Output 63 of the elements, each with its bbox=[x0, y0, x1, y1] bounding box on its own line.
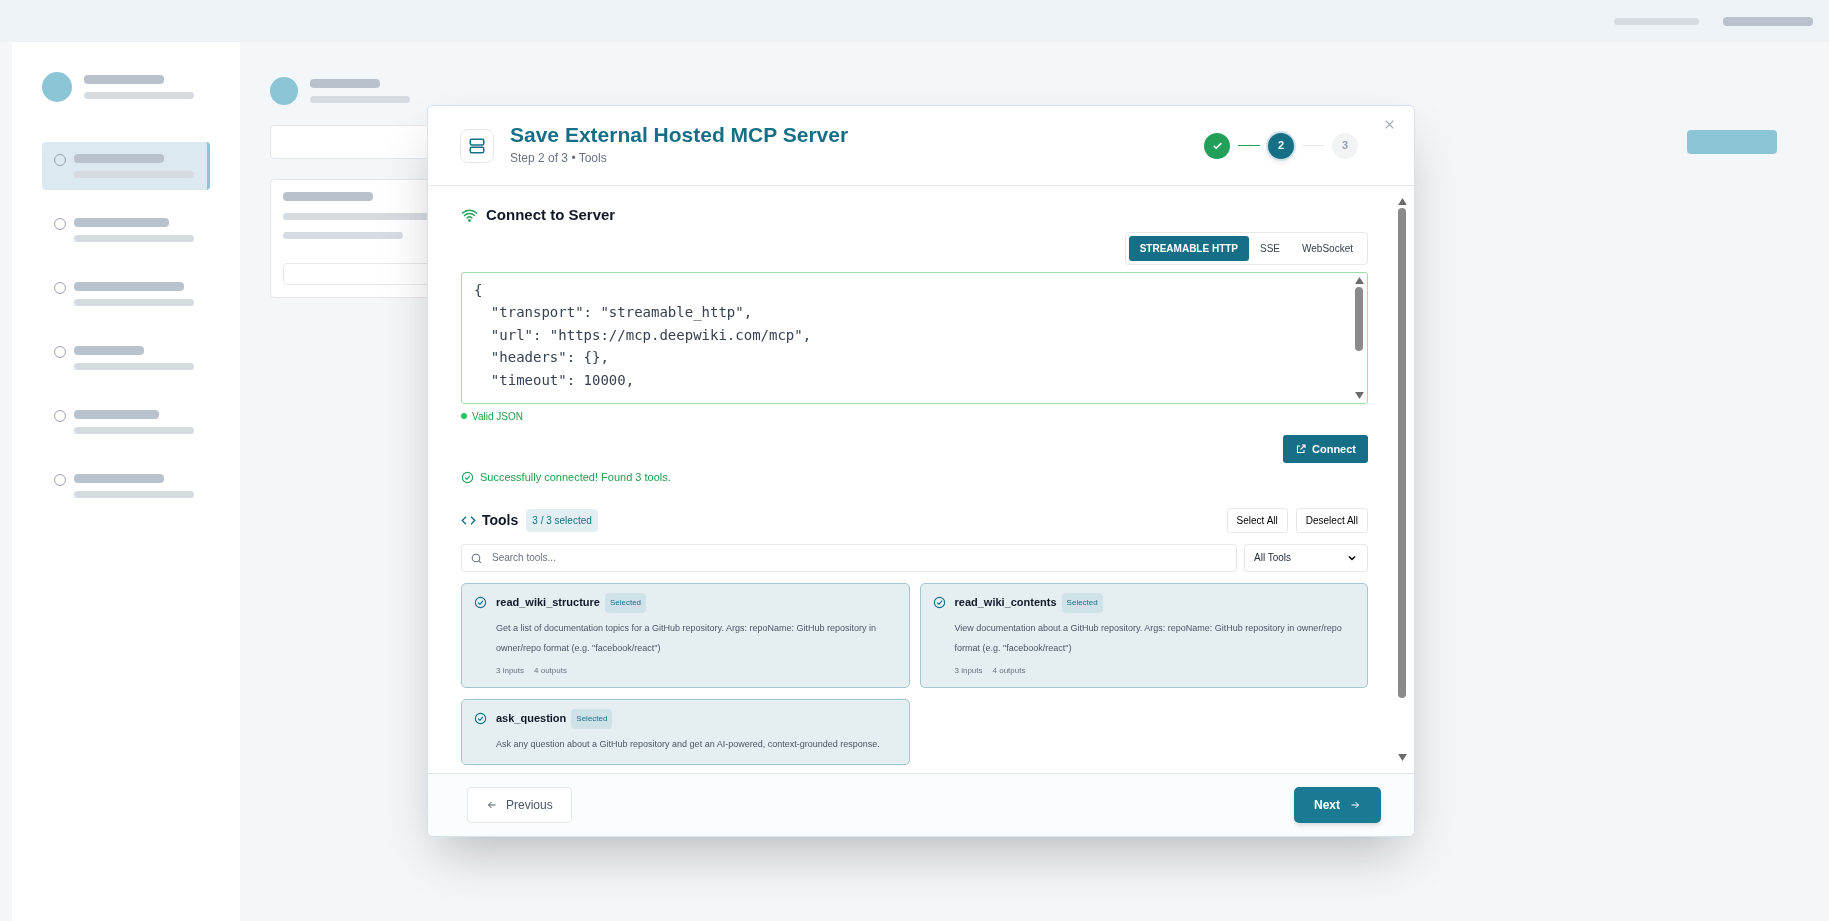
code-line: "transport": "streamable_http", bbox=[489, 303, 754, 323]
step-subtitle: Step 2 of 3 • Tools bbox=[510, 150, 608, 167]
next-button[interactable]: Next bbox=[1294, 787, 1381, 823]
check-circle-icon bbox=[474, 595, 487, 609]
code-line: { bbox=[474, 280, 484, 300]
new-server-button[interactable] bbox=[1687, 130, 1777, 154]
outputs-count: 4 outputs bbox=[992, 664, 1026, 677]
selected-badge: Selected bbox=[571, 708, 613, 729]
arrow-right-icon bbox=[1349, 799, 1361, 811]
tool-name: read_wiki_structure bbox=[496, 595, 600, 611]
inputs-count: 3 inputs bbox=[496, 664, 525, 677]
selected-badge: Selected bbox=[604, 592, 647, 613]
hub-icon bbox=[270, 77, 298, 105]
step-indicator: 3 bbox=[1332, 132, 1358, 159]
tool-card[interactable]: read_wiki_contents Selected View documentation about a GitHub repository. Args: repoName: GitHub repository in owner/repo format (e.g. "facebook/react") 3 inputs 4 outputs bbox=[919, 582, 1368, 688]
code-line: "timeout": 10000, bbox=[489, 370, 636, 390]
previous-button[interactable]: Previous bbox=[467, 787, 572, 823]
placeholder-bar bbox=[310, 79, 380, 88]
tool-card[interactable]: ask_question Selected Ask any question about a GitHub repository and get an AI-powered, context-grounded response. bbox=[461, 698, 910, 765]
transport-option[interactable]: WebSocket bbox=[1291, 235, 1364, 261]
config-editor[interactable]: { "transport": "streamable_http", "url": "https://mcp.deepwiki.com/mcp", "headers": {}, "timeout": 10000, bbox=[461, 271, 1368, 404]
server-icon bbox=[460, 128, 494, 163]
dialog-title: Save External Hosted MCP Server bbox=[510, 124, 849, 145]
scroll-up-icon[interactable] bbox=[1354, 276, 1364, 284]
check-circle-icon bbox=[474, 711, 487, 725]
dialog-scrollbar[interactable] bbox=[1396, 198, 1408, 761]
selected-badge: Selected bbox=[1061, 592, 1103, 613]
tool-name: ask_question bbox=[496, 711, 567, 727]
tool-description: Ask any question about a GitHub repository and get an AI-powered, context-grounded response. bbox=[496, 737, 880, 751]
tool-description: View documentation about a GitHub repository. Args: repoName: GitHub repository in owner/repo format (e.g. "facebook/react") bbox=[954, 621, 1343, 655]
editor-scrollbar[interactable] bbox=[1353, 276, 1365, 399]
outputs-count: 4 outputs bbox=[534, 664, 567, 677]
check-circle-icon bbox=[932, 595, 946, 609]
placeholder-bar bbox=[74, 346, 144, 355]
select-all-button[interactable]: Select All bbox=[1226, 507, 1288, 533]
selection-count: 3 / 3 selected bbox=[526, 508, 598, 532]
check-circle-icon bbox=[461, 470, 474, 484]
step-indicator: 2 bbox=[1268, 132, 1294, 159]
arrow-left-icon bbox=[486, 799, 498, 811]
logo-icon bbox=[42, 72, 72, 102]
scroll-down-icon[interactable] bbox=[1354, 391, 1364, 399]
transport-option[interactable]: SSE bbox=[1249, 235, 1292, 261]
connect-button[interactable]: Connect bbox=[1283, 434, 1368, 463]
tool-filter-dropdown[interactable]: All Tools bbox=[1244, 543, 1368, 572]
tool-description: Get a list of documentation topics for a GitHub repository. Args: repoName: GitHub repository in owner/repo format (e.g. "facebook/react") bbox=[496, 621, 877, 655]
code-line: "headers": {}, bbox=[489, 348, 610, 367]
close-button[interactable] bbox=[1383, 118, 1396, 131]
tool-search-field[interactable]: Search tools... bbox=[461, 543, 1237, 572]
transport-option[interactable]: STREAMABLE HTTP bbox=[1128, 235, 1250, 261]
code-line: "url": "https://mcp.deepwiki.com/mcp", bbox=[489, 325, 813, 345]
sidebar-item[interactable] bbox=[42, 142, 210, 190]
deselect-all-button[interactable]: Deselect All bbox=[1295, 507, 1368, 533]
validity-label: Valid JSON bbox=[472, 409, 523, 424]
search-icon bbox=[470, 551, 483, 565]
tool-card[interactable]: read_wiki_structure Selected Get a list of documentation topics for a GitHub repository. Args: repoName: GitHub repository in owner/repo format (e.g. "facebook/react") 3 inputs 4 outputs bbox=[461, 582, 910, 688]
scroll-down-icon[interactable] bbox=[1397, 754, 1407, 761]
external-link-icon bbox=[1295, 442, 1307, 455]
inputs-count: 3 inputs bbox=[954, 664, 983, 677]
section-title: Connect to Server bbox=[486, 205, 616, 225]
tools-title: Tools bbox=[482, 510, 519, 530]
success-message: Successfully connected! Found 3 tools. bbox=[480, 470, 671, 485]
tool-name: read_wiki_contents bbox=[954, 595, 1057, 611]
scroll-up-icon[interactable] bbox=[1397, 198, 1407, 205]
